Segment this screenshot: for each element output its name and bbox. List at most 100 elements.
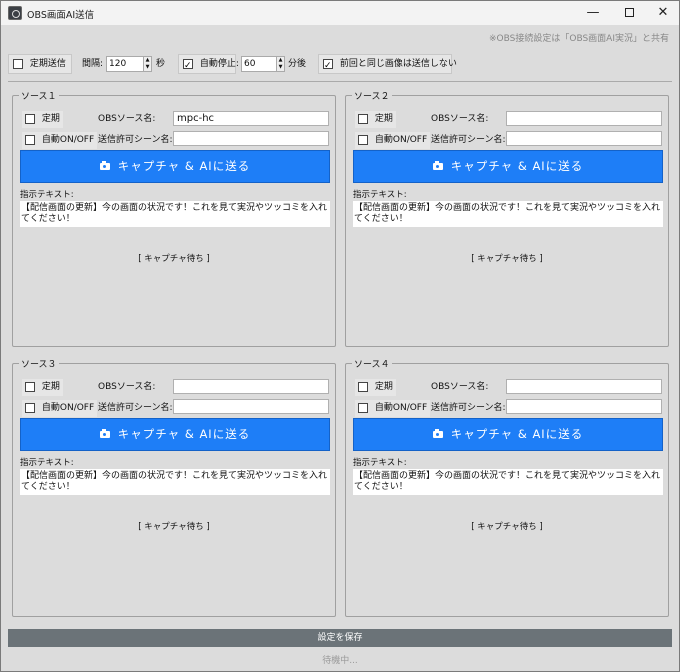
obs-source-label: OBSソース名:: [98, 382, 156, 392]
auto-onoff-checkbox[interactable]: [25, 134, 35, 145]
periodic-label: 定期: [374, 114, 393, 124]
title-bar: OBS画面AI送信 — ✕: [1, 1, 679, 25]
skip-same-image-checkbox[interactable]: [323, 57, 333, 75]
obs-source-input[interactable]: [173, 379, 329, 394]
toolbar: 定期送信 間隔: 120 ▲▼ 秒 自動停止: 60 ▲▼ 分後 前回と同じ画像…: [8, 51, 672, 77]
periodic-label: 定期: [374, 382, 393, 392]
obs-settings-note: ※OBS接続設定は「OBS画面AI実況」と共有: [489, 34, 669, 44]
auto-onoff-label: 自動ON/OFF: [41, 135, 95, 145]
capture-send-button[interactable]: キャプチャ & AIに送る: [20, 150, 330, 183]
auto-stop-value: 60: [244, 59, 256, 69]
obs-source-label: OBSソース名:: [431, 382, 489, 392]
camera-icon: [99, 161, 110, 170]
capture-send-button[interactable]: キャプチャ & AIに送る: [20, 418, 330, 451]
source-panel-4: ソース４ 定期 OBSソース名: 自動ON/OFF 送信許可シーン名: キャプチ…: [345, 357, 669, 617]
skip-same-image-label: 前回と同じ画像は送信しない: [339, 59, 457, 69]
camera-icon: [432, 161, 443, 170]
obs-source-label: OBSソース名:: [431, 114, 489, 124]
instruction-textarea[interactable]: 【配信画面の更新】今の画面の状況です！これを見て実況やツッコミを入れてください！: [20, 201, 330, 227]
obs-source-input[interactable]: [506, 379, 662, 394]
periodic-label: 定期: [41, 114, 60, 124]
source-panel-1: ソース１ 定期 OBSソース名: mpc-hc 自動ON/OFF 送信許可シーン…: [12, 89, 336, 347]
auto-stop-checkbox[interactable]: [183, 57, 193, 75]
periodic-checkbox[interactable]: [25, 381, 35, 392]
instruction-label: 指示テキスト:: [20, 190, 74, 200]
app-icon: [8, 6, 22, 20]
camera-icon: [99, 429, 110, 438]
scene-label: 送信許可シーン名:: [98, 403, 173, 413]
window-title: OBS画面AI送信: [27, 10, 95, 21]
auto-onoff-checkbox[interactable]: [358, 134, 368, 145]
obs-source-input[interactable]: [506, 111, 662, 126]
obs-source-label: OBSソース名:: [98, 114, 156, 124]
interval-value: 120: [109, 59, 127, 69]
instruction-textarea[interactable]: 【配信画面の更新】今の画面の状況です！これを見て実況やツッコミを入れてください！: [353, 201, 663, 227]
allowed-scene-input[interactable]: [506, 131, 662, 146]
close-button[interactable]: ✕: [645, 1, 680, 25]
periodic-send-checkbox[interactable]: [13, 58, 23, 69]
status-text: 待機中...: [322, 656, 358, 666]
allowed-scene-input[interactable]: [173, 131, 329, 146]
spin-arrows-icon[interactable]: ▲ ▼: [276, 57, 284, 71]
periodic-label: 定期: [41, 382, 60, 392]
auto-onoff-label: 自動ON/OFF: [374, 403, 428, 413]
periodic-toggle[interactable]: 定期: [22, 379, 63, 396]
interval-label: 間隔:: [82, 59, 104, 69]
source-panel-3: ソース３ 定期 OBSソース名: 自動ON/OFF 送信許可シーン名: キャプチ…: [12, 357, 336, 617]
periodic-send-toggle[interactable]: 定期送信: [8, 54, 72, 74]
allowed-scene-input[interactable]: [506, 399, 662, 414]
capture-send-button[interactable]: キャプチャ & AIに送る: [353, 418, 663, 451]
scene-label: 送信許可シーン名:: [431, 403, 506, 413]
capture-status: [ キャプチャ待ち ]: [138, 522, 210, 532]
instruction-label: 指示テキスト:: [20, 458, 74, 468]
spin-arrows-icon[interactable]: ▲ ▼: [143, 57, 151, 71]
allowed-scene-input[interactable]: [173, 399, 329, 414]
save-settings-button[interactable]: 設定を保存: [8, 629, 672, 647]
maximize-button[interactable]: [611, 1, 647, 25]
maximize-icon: [624, 8, 634, 17]
auto-onoff-label: 自動ON/OFF: [41, 403, 95, 413]
source-panel-2: ソース２ 定期 OBSソース名: 自動ON/OFF 送信許可シーン名: キャプチ…: [345, 89, 669, 347]
interval-spinbox[interactable]: 120 ▲ ▼: [106, 56, 152, 72]
minimize-button[interactable]: —: [575, 1, 611, 25]
auto-onoff-toggle[interactable]: 自動ON/OFF: [22, 132, 98, 149]
interval-unit: 秒: [156, 59, 166, 69]
instruction-textarea[interactable]: 【配信画面の更新】今の画面の状況です！これを見て実況やツッコミを入れてください！: [353, 469, 663, 495]
auto-onoff-toggle[interactable]: 自動ON/OFF: [22, 400, 98, 417]
capture-send-button[interactable]: キャプチャ & AIに送る: [353, 150, 663, 183]
source-legend: ソース４: [352, 357, 392, 370]
periodic-checkbox[interactable]: [358, 381, 368, 392]
skip-same-image-toggle[interactable]: 前回と同じ画像は送信しない: [318, 54, 457, 75]
capture-status: [ キャプチャ待ち ]: [138, 254, 210, 264]
periodic-checkbox[interactable]: [25, 113, 35, 124]
periodic-toggle[interactable]: 定期: [355, 111, 396, 128]
source-legend: ソース１: [19, 89, 59, 102]
source-legend: ソース３: [19, 357, 59, 370]
periodic-toggle[interactable]: 定期: [355, 379, 396, 396]
capture-button-label: キャプチャ & AIに送る: [450, 427, 584, 441]
instruction-label: 指示テキスト:: [353, 458, 407, 468]
obs-source-input[interactable]: mpc-hc: [173, 111, 329, 126]
periodic-checkbox[interactable]: [358, 113, 368, 124]
auto-onoff-checkbox[interactable]: [358, 402, 368, 413]
instruction-textarea[interactable]: 【配信画面の更新】今の画面の状況です！これを見て実況やツッコミを入れてください！: [20, 469, 330, 495]
auto-onoff-label: 自動ON/OFF: [374, 135, 428, 145]
auto-stop-toggle[interactable]: 自動停止:: [178, 54, 239, 75]
capture-status: [ キャプチャ待ち ]: [471, 522, 543, 532]
scene-label: 送信許可シーン名:: [431, 135, 506, 145]
app-window: OBS画面AI送信 — ✕ ※OBS接続設定は「OBS画面AI実況」と共有 定期…: [0, 0, 680, 672]
divider: [8, 81, 672, 82]
auto-onoff-toggle[interactable]: 自動ON/OFF: [355, 400, 431, 417]
auto-onoff-toggle[interactable]: 自動ON/OFF: [355, 132, 431, 149]
capture-button-label: キャプチャ & AIに送る: [117, 159, 251, 173]
periodic-toggle[interactable]: 定期: [22, 111, 63, 128]
scene-label: 送信許可シーン名:: [98, 135, 173, 145]
auto-stop-spinbox[interactable]: 60 ▲ ▼: [241, 56, 285, 72]
auto-stop-label: 自動停止:: [199, 59, 239, 69]
instruction-label: 指示テキスト:: [353, 190, 407, 200]
capture-button-label: キャプチャ & AIに送る: [117, 427, 251, 441]
source-legend: ソース２: [352, 89, 392, 102]
capture-button-label: キャプチャ & AIに送る: [450, 159, 584, 173]
capture-status: [ キャプチャ待ち ]: [471, 254, 543, 264]
auto-onoff-checkbox[interactable]: [25, 402, 35, 413]
